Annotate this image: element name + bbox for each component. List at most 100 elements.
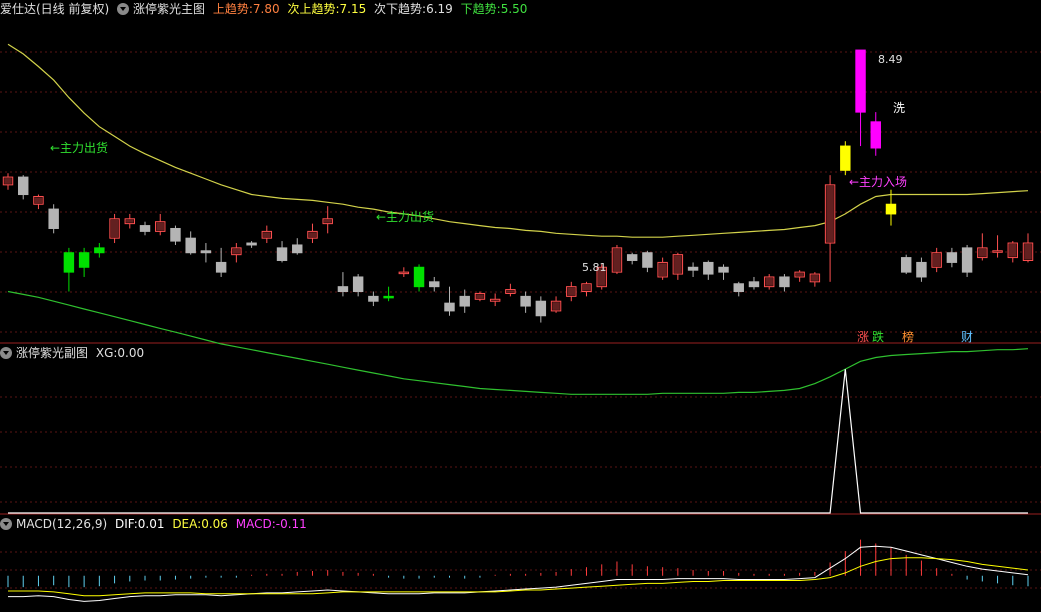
candle xyxy=(657,257,668,280)
candle-body xyxy=(840,145,851,171)
candle-body-fill xyxy=(476,294,484,299)
candle-body xyxy=(748,281,760,288)
candle-body-fill xyxy=(323,219,332,223)
candle xyxy=(352,274,364,297)
sell-signal-label-1: ←主力出货 xyxy=(50,140,108,155)
candle xyxy=(794,270,805,282)
candle-body xyxy=(535,300,547,317)
candle-body xyxy=(18,176,29,196)
candle xyxy=(1007,241,1018,263)
candle xyxy=(185,231,196,255)
candle-body xyxy=(520,295,531,307)
limit-up-tag[interactable]: 涨 xyxy=(857,329,869,344)
candle-body xyxy=(946,252,958,263)
candle-body xyxy=(139,225,151,232)
candle xyxy=(566,281,577,302)
candle-body xyxy=(276,247,288,261)
candle xyxy=(581,281,592,297)
candle-body xyxy=(170,227,181,242)
candle-body xyxy=(779,276,790,288)
candle-body-fill xyxy=(110,219,119,238)
candle-body xyxy=(48,208,59,229)
candle-body xyxy=(292,244,303,254)
candle-body-fill xyxy=(4,178,12,184)
stock-chart-canvas[interactable]: ←主力出货 ←主力出货 ←主力入场 8.49 5.81 洗 涨 跌 榜 财 xyxy=(0,0,1041,612)
candle-body xyxy=(94,247,105,254)
candle-body-fill xyxy=(552,302,560,310)
candle-body xyxy=(489,298,501,302)
candle xyxy=(246,241,257,248)
candle-body-fill xyxy=(658,263,667,276)
candle xyxy=(109,213,120,244)
candle xyxy=(840,141,851,176)
candle xyxy=(231,243,242,263)
high-price-label: 8.49 xyxy=(878,53,903,66)
candle-body-fill xyxy=(308,232,317,238)
candle xyxy=(779,274,790,292)
candle-body xyxy=(733,283,744,293)
candle-body-fill xyxy=(1024,244,1032,260)
candle xyxy=(215,247,227,277)
candle xyxy=(307,223,318,244)
candle xyxy=(398,267,410,277)
sell-signal-label-2: ←主力出货 xyxy=(376,209,434,224)
candle-body xyxy=(78,252,90,268)
candle xyxy=(977,233,988,261)
candle-body xyxy=(383,295,394,299)
candle-body xyxy=(703,261,714,275)
candle xyxy=(383,286,394,302)
buy-signal-label: ←主力入场 xyxy=(849,175,907,189)
macd-pane xyxy=(7,539,1029,602)
candle xyxy=(946,247,958,268)
candle-body xyxy=(992,250,1003,253)
candle xyxy=(505,283,516,297)
candle xyxy=(459,289,470,313)
candle xyxy=(489,293,501,307)
candle xyxy=(992,235,1003,258)
candle-body xyxy=(429,281,440,288)
candle xyxy=(155,213,166,236)
limit-down-tag[interactable]: 跌 xyxy=(872,329,884,344)
candle-body xyxy=(368,295,379,302)
candle xyxy=(94,243,105,258)
wash-label: 洗 xyxy=(893,101,905,115)
candle-body-fill xyxy=(795,273,804,276)
candle xyxy=(535,296,547,323)
candle xyxy=(429,276,440,292)
candle-body-fill xyxy=(582,284,591,291)
candle-body xyxy=(398,271,410,275)
candle xyxy=(961,244,973,277)
candle-body-fill xyxy=(932,253,941,267)
candle-body xyxy=(215,261,227,273)
candle xyxy=(63,247,75,292)
candle-body-fill xyxy=(826,185,834,243)
candle xyxy=(733,281,744,297)
candle-body-fill xyxy=(34,197,43,204)
candle-body xyxy=(63,252,75,273)
candle-body xyxy=(626,254,638,261)
candle xyxy=(124,213,136,229)
candle xyxy=(78,247,90,277)
candle xyxy=(550,296,562,313)
candle xyxy=(48,204,59,234)
candle xyxy=(870,112,881,156)
candle-body-fill xyxy=(567,287,576,296)
candle-body-fill xyxy=(506,290,515,293)
candle-body xyxy=(246,242,257,246)
candle-body xyxy=(900,257,912,273)
candle xyxy=(855,49,866,147)
candle xyxy=(33,194,44,210)
candle-body xyxy=(352,276,364,293)
candle-body xyxy=(885,203,897,215)
dragon-tiger-tag[interactable]: 榜 xyxy=(902,329,914,344)
candle-body-fill xyxy=(232,248,241,254)
finance-tag[interactable]: 财 xyxy=(961,330,973,344)
candle xyxy=(687,262,699,277)
candle-body xyxy=(855,49,866,113)
candle xyxy=(824,175,836,282)
candle-body-fill xyxy=(978,248,987,257)
candle xyxy=(611,244,623,275)
candle-body xyxy=(200,250,212,254)
candle-body xyxy=(337,286,349,293)
dea-line xyxy=(8,557,1029,597)
